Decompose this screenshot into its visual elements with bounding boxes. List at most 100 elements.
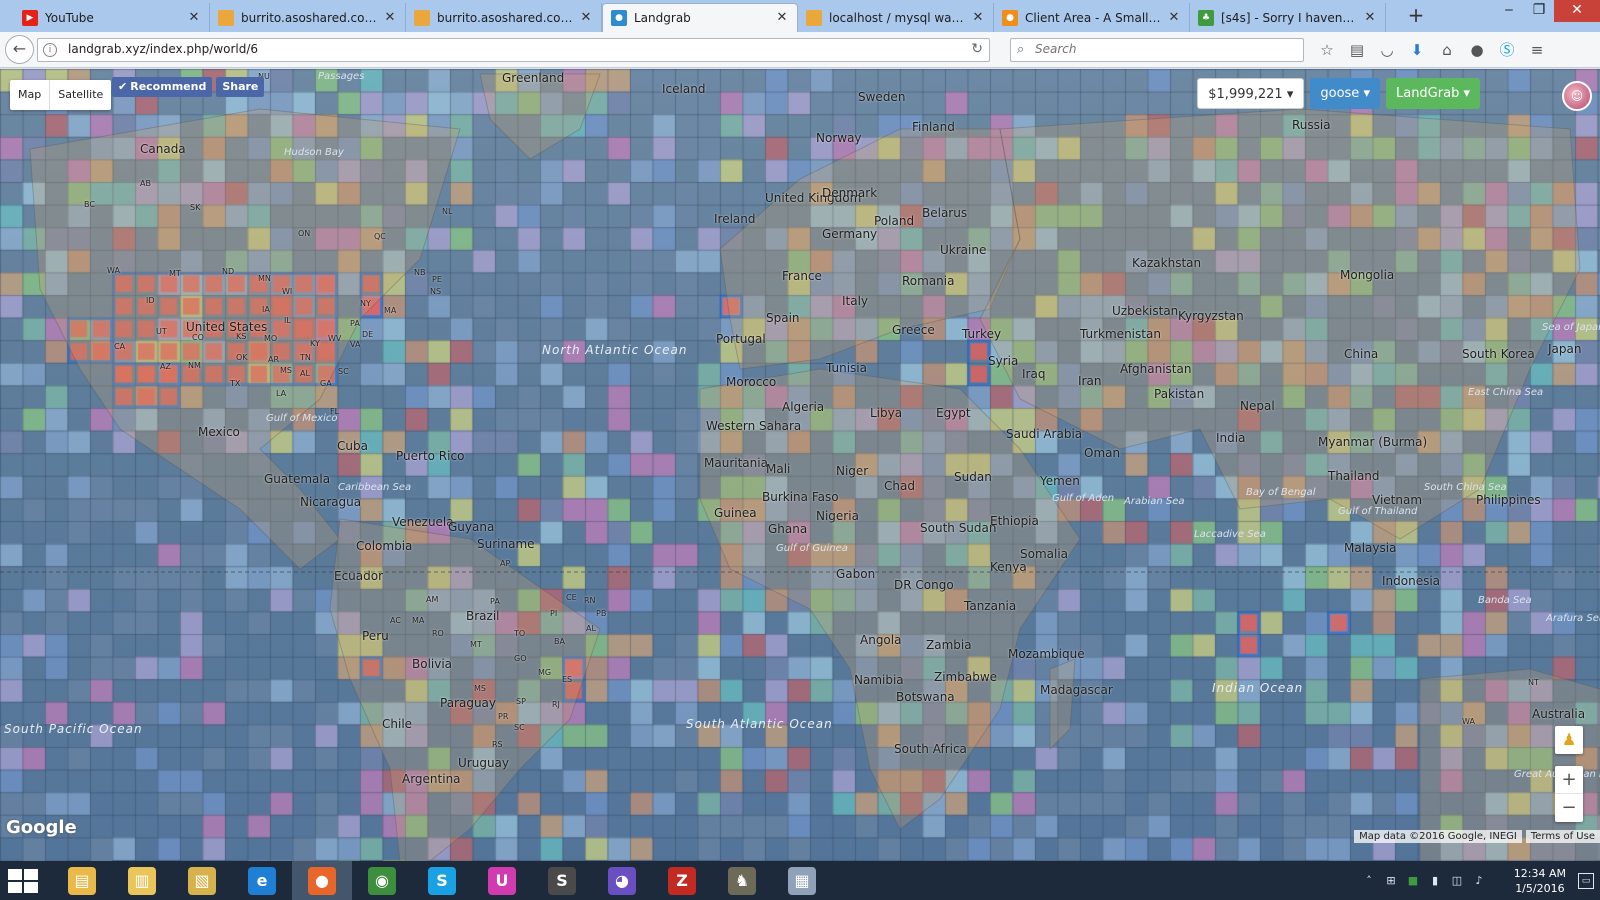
restore-button[interactable]: ❐ <box>1524 0 1554 22</box>
close-tab-icon[interactable]: ✕ <box>1167 10 1181 25</box>
taskbar-clock[interactable]: 12:34 AM 1/5/2016 <box>1514 866 1566 896</box>
terms-of-use-link[interactable]: Terms of Use <box>1525 830 1600 843</box>
taskbar-app-3[interactable]: e <box>232 861 292 900</box>
bookmarks-list-icon[interactable]: ▤ <box>1342 40 1372 62</box>
tab-5[interactable]: ● Client Area - A Small Or... ✕ <box>994 3 1190 32</box>
close-tab-icon[interactable]: ✕ <box>971 10 985 25</box>
taskbar-app-5[interactable]: ◉ <box>352 861 412 900</box>
taskbar-app-7[interactable]: U <box>472 861 532 900</box>
landgrab-menu-dropdown[interactable]: LandGrab ▾ <box>1385 78 1480 109</box>
taskbar-app-10[interactable]: Z <box>652 861 712 900</box>
state-label: QC <box>374 232 386 241</box>
battery-icon[interactable]: ▮ <box>1424 873 1446 889</box>
country-label: Nepal <box>1240 399 1275 413</box>
start-button[interactable] <box>8 869 40 893</box>
search-box[interactable]: ⌕ <box>1010 38 1304 62</box>
download-icon[interactable]: ⬇ <box>1402 40 1432 62</box>
taskbar-app-8[interactable]: S <box>532 861 592 900</box>
caret-down-icon: ▾ <box>1363 86 1370 101</box>
volume-icon[interactable]: ♪ <box>1468 873 1490 889</box>
balance-dropdown[interactable]: $1,999,221 ▾ <box>1197 78 1305 109</box>
close-tab-icon[interactable]: ✕ <box>383 10 397 25</box>
taskbar-app-9[interactable]: ◕ <box>592 861 652 900</box>
state-label: RN <box>584 596 596 605</box>
country-label: Indonesia <box>1382 574 1441 588</box>
country-label: Mozambique <box>1008 647 1085 661</box>
menu-icon[interactable]: ≡ <box>1522 40 1552 62</box>
pinned-apps: ▤ ▥ ▧ e ● ◉ S U S ◕ Z ♞ ▦ <box>52 861 832 900</box>
skype-toolbar-icon[interactable]: Ⓢ <box>1492 40 1522 62</box>
country-label: Malaysia <box>1344 541 1397 555</box>
state-label: TN <box>300 353 311 362</box>
taskbar-app-4[interactable]: ● <box>292 861 352 900</box>
close-tab-icon[interactable]: ✕ <box>775 11 789 25</box>
state-label: PB <box>596 609 607 618</box>
taskbar-app-6[interactable]: S <box>412 861 472 900</box>
taskbar-app-12[interactable]: ▦ <box>772 861 832 900</box>
reload-icon[interactable]: ↻ <box>971 41 983 57</box>
home-icon[interactable]: ⌂ <box>1432 40 1462 62</box>
tab-title: burrito.asoshared.com /... <box>241 10 377 25</box>
tab-3[interactable]: ● Landgrab ✕ <box>602 3 798 32</box>
zoom-out-button[interactable]: − <box>1555 794 1583 822</box>
country-label: Portugal <box>716 332 766 346</box>
pocket-icon[interactable]: ◡ <box>1372 40 1402 62</box>
tab-4[interactable]: localhost / mysql wamp... ✕ <box>798 3 994 32</box>
share-button[interactable]: Share <box>216 77 265 97</box>
new-tab-button[interactable]: + <box>1402 4 1430 28</box>
sea-label: Arabian Sea <box>1124 496 1185 507</box>
country-label: Peru <box>362 629 389 643</box>
country-label: Tanzania <box>964 599 1017 613</box>
windows-logo-icon <box>8 869 22 880</box>
state-label: AM <box>426 595 439 604</box>
taskbar-app-11[interactable]: ♞ <box>712 861 772 900</box>
tab-0[interactable]: ▶ YouTube ✕ <box>14 3 210 32</box>
url-bar[interactable]: i landgrab.xyz/index.php/world/6 ↻ <box>37 38 990 62</box>
land-grid-overlay[interactable] <box>0 69 1600 861</box>
close-tab-icon[interactable]: ✕ <box>1363 10 1377 25</box>
clover-icon: ♣ <box>1198 9 1214 26</box>
taskbar-app-0[interactable]: ▤ <box>52 861 112 900</box>
close-tab-icon[interactable]: ✕ <box>187 10 201 25</box>
pegman-icon[interactable]: ♟ <box>1555 726 1583 754</box>
state-label: PE <box>432 275 442 284</box>
zoom-in-button[interactable]: + <box>1555 766 1583 794</box>
app-tray-icon[interactable]: ■ <box>1402 873 1424 889</box>
close-window-button[interactable]: ✕ <box>1554 0 1600 22</box>
map-type-satellite-button[interactable]: Satellite <box>49 80 111 110</box>
tray-expand-icon[interactable]: ˄ <box>1358 873 1380 889</box>
tab-title: Landgrab <box>634 11 691 25</box>
country-label: Afghanistan <box>1120 362 1192 376</box>
map-type-map-button[interactable]: Map <box>10 80 49 110</box>
sea-label: Sea of Japan <box>1542 322 1600 333</box>
tab-6[interactable]: ♣ [s4s] - Sorry I haven't be... ✕ <box>1190 3 1386 32</box>
back-button[interactable]: ← <box>5 35 34 64</box>
tab-2[interactable]: burrito.asoshared.com /... ✕ <box>406 3 602 32</box>
tab-title: [s4s] - Sorry I haven't be... <box>1221 10 1357 25</box>
map-type-control: Map Satellite <box>10 80 112 110</box>
state-label: SC <box>514 723 525 732</box>
globe-icon: ● <box>611 10 627 26</box>
bookmark-star-icon[interactable]: ☆ <box>1312 40 1342 62</box>
state-label: SP <box>516 697 526 706</box>
tab-1[interactable]: burrito.asoshared.com /... ✕ <box>210 3 406 32</box>
world-map[interactable]: Canada Greenland Iceland Sweden Finland Norwa… <box>0 69 1600 861</box>
recommend-button[interactable]: ✔ Recommend <box>112 77 213 97</box>
minimize-button[interactable]: ‒ <box>1494 0 1524 22</box>
close-tab-icon[interactable]: ✕ <box>579 10 593 25</box>
user-avatar[interactable]: ☺ <box>1562 81 1592 111</box>
user-dropdown[interactable]: goose ▾ <box>1310 78 1380 109</box>
chat-icon[interactable]: ● <box>1462 40 1492 62</box>
network-icon[interactable]: ◫ <box>1446 873 1468 889</box>
country-label: Namibia <box>854 673 904 687</box>
site-info-icon[interactable]: i <box>43 43 57 57</box>
notifications-icon[interactable]: ▭ <box>1578 873 1594 889</box>
search-input[interactable] <box>1035 42 1295 56</box>
windows-tray-icon[interactable]: ⊞ <box>1380 873 1402 889</box>
github-icon: ◕ <box>608 866 636 895</box>
taskbar-app-2[interactable]: ▧ <box>172 861 232 900</box>
state-label: PI <box>550 609 558 618</box>
country-label: Australia <box>1532 707 1586 721</box>
taskbar-app-1[interactable]: ▥ <box>112 861 172 900</box>
country-label: Chile <box>382 717 413 731</box>
